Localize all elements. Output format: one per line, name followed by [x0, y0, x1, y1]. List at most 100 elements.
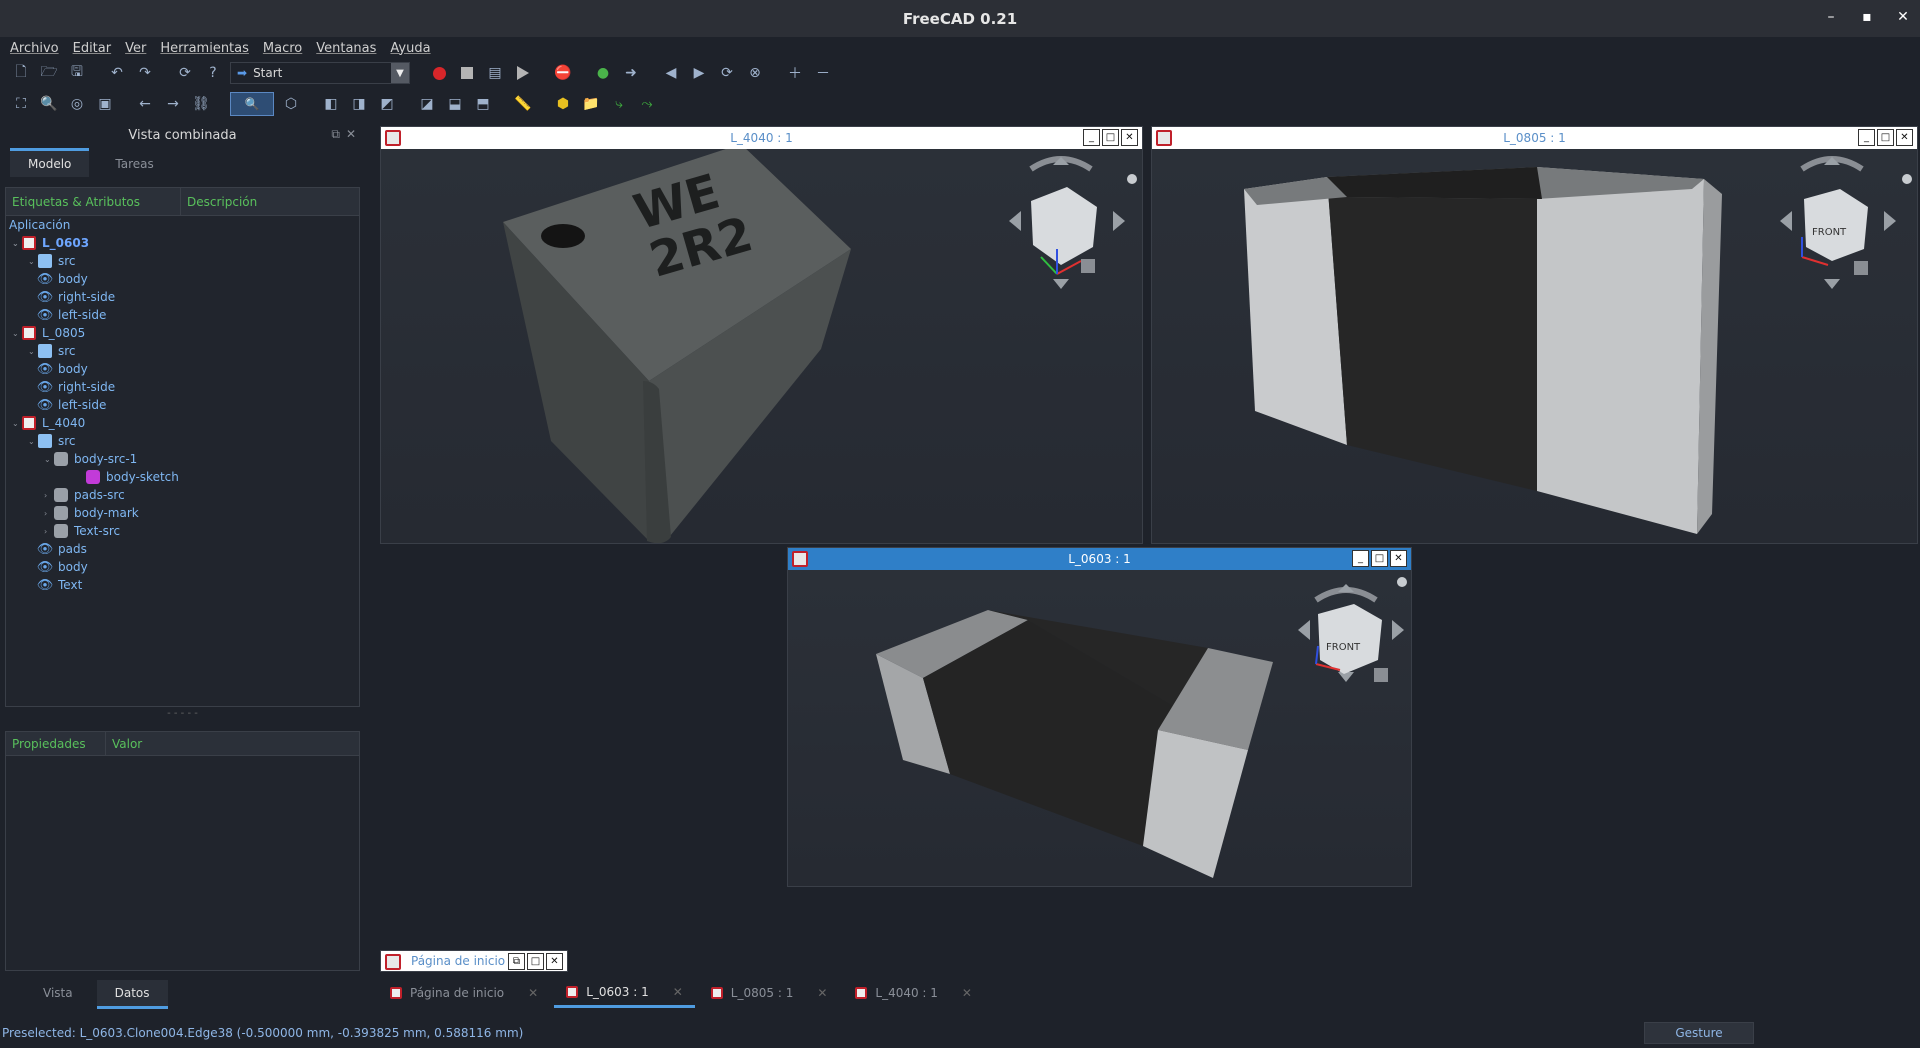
reload-icon[interactable]: ⟳: [716, 62, 738, 84]
navigation-cube[interactable]: [1009, 156, 1137, 289]
undo-icon[interactable]: ↶: [106, 62, 128, 84]
close-icon[interactable]: ✕: [528, 986, 538, 1000]
props-header-property[interactable]: Propiedades: [6, 731, 106, 756]
expand-arrow-icon[interactable]: ›: [44, 527, 54, 536]
subwindow-l0805[interactable]: L_0805 : 1 _ □ ✕ FRONT: [1151, 126, 1918, 544]
tree-item[interactable]: 👁 right-side: [6, 378, 359, 396]
tree-item[interactable]: 👁 body: [6, 270, 359, 288]
save-icon[interactable]: 🖫: [66, 62, 88, 84]
menu-ayuda[interactable]: Ayuda: [390, 41, 430, 56]
close-icon[interactable]: ✕: [1390, 550, 1407, 567]
tree-item[interactable]: 👁 right-side: [6, 288, 359, 306]
navigation-style-button[interactable]: Gesture: [1644, 1022, 1754, 1044]
stop-navigation-icon[interactable]: ⛔: [552, 62, 574, 84]
doc-tab-l4040[interactable]: L_4040 : 1 ✕: [843, 978, 984, 1008]
subwindow-titlebar[interactable]: L_0805 : 1 _ □ ✕: [1152, 127, 1917, 149]
minimize-icon[interactable]: _: [1083, 129, 1100, 146]
tab-datos[interactable]: Datos: [96, 980, 168, 1009]
subwindow-titlebar[interactable]: L_4040 : 1 _ □ ✕: [381, 127, 1142, 149]
tree-item[interactable]: ⌄ src: [6, 252, 359, 270]
tree-header-description[interactable]: Descripción: [181, 195, 257, 209]
bottom-view-icon[interactable]: ⬓: [444, 93, 466, 115]
doc-tab-start[interactable]: Página de inicio ✕: [378, 978, 550, 1008]
menu-ver[interactable]: Ver: [125, 41, 146, 56]
close-icon[interactable]: ✕: [673, 985, 683, 999]
tree-header-labels[interactable]: Etiquetas & Atributos: [6, 187, 181, 216]
float-panel-icon[interactable]: ⧉: [331, 127, 340, 142]
web-home-icon[interactable]: ●: [592, 62, 614, 84]
selection-filter-button[interactable]: 🔍: [230, 92, 274, 116]
menu-archivo[interactable]: Archivo: [10, 41, 59, 56]
close-icon[interactable]: ✕: [1896, 129, 1913, 146]
expand-arrow-icon[interactable]: ⌄: [28, 437, 38, 446]
forward-view-icon[interactable]: →: [162, 93, 184, 115]
restore-icon[interactable]: ⧉: [508, 953, 525, 970]
tab-tareas[interactable]: Tareas: [97, 151, 171, 177]
tree-item[interactable]: ⌄ src: [6, 342, 359, 360]
subwindow-start-minimized[interactable]: Página de inicio ⧉ □ ✕: [380, 950, 568, 972]
panel-splitter[interactable]: - - - - -: [5, 708, 360, 719]
menu-macro[interactable]: Macro: [263, 41, 302, 56]
tree-item[interactable]: ⌄ L_4040: [6, 414, 359, 432]
3d-viewport[interactable]: FRONT: [788, 570, 1411, 886]
zoom-out-icon[interactable]: －: [812, 62, 834, 84]
expand-arrow-icon[interactable]: ⌄: [12, 239, 22, 248]
subwindow-l4040[interactable]: L_4040 : 1 _ □ ✕ WE 2R2: [380, 126, 1143, 544]
top-view-icon[interactable]: ◨: [348, 93, 370, 115]
expand-arrow-icon[interactable]: ›: [44, 509, 54, 518]
bounding-box-icon[interactable]: ▣: [94, 93, 116, 115]
3d-viewport[interactable]: WE 2R2: [381, 149, 1142, 543]
draw-style-icon[interactable]: ◎: [66, 93, 88, 115]
tree-item[interactable]: 👁 pads: [6, 540, 359, 558]
close-icon[interactable]: ✕: [1121, 129, 1138, 146]
tree-item[interactable]: ⌄ L_0603: [6, 234, 359, 252]
isometric-view-icon[interactable]: ⬡: [280, 93, 302, 115]
tab-modelo[interactable]: Modelo: [10, 148, 90, 177]
link-make-icon[interactable]: ⤷: [608, 93, 630, 115]
execute-macro-icon[interactable]: [512, 62, 534, 84]
maximize-icon[interactable]: □: [1102, 129, 1119, 146]
close-icon[interactable]: ✕: [1894, 8, 1912, 26]
subwindow-l0603[interactable]: L_0603 : 1 _ □ ✕ FRONT: [787, 547, 1412, 887]
back-icon[interactable]: ◀: [660, 62, 682, 84]
tree-item[interactable]: 👁 left-side: [6, 306, 359, 324]
tree-item[interactable]: ⌄ L_0805: [6, 324, 359, 342]
tree-item[interactable]: › Text-src: [6, 522, 359, 540]
model-tree[interactable]: Etiquetas & Atributos Descripción Aplica…: [5, 187, 360, 707]
fit-all-icon[interactable]: ⛶: [10, 93, 32, 115]
tree-item[interactable]: 👁 body: [6, 360, 359, 378]
whats-this-icon[interactable]: ?: [202, 62, 224, 84]
part-icon[interactable]: ⬢: [552, 93, 574, 115]
tree-item[interactable]: 👁 body: [6, 558, 359, 576]
web-go-icon[interactable]: ➜: [620, 62, 642, 84]
group-icon[interactable]: 📁: [580, 93, 602, 115]
tree-item[interactable]: ⌄ src: [6, 432, 359, 450]
stop-macro-icon[interactable]: [456, 62, 478, 84]
expand-arrow-icon[interactable]: ⌄: [44, 455, 54, 464]
tree-item[interactable]: ⌄ body-src-1: [6, 450, 359, 468]
macros-icon[interactable]: ▤: [484, 62, 506, 84]
maximize-icon[interactable]: □: [1371, 550, 1388, 567]
expand-arrow-icon[interactable]: ›: [44, 491, 54, 500]
navigation-cube[interactable]: FRONT: [1780, 156, 1912, 289]
maximize-icon[interactable]: □: [1877, 129, 1894, 146]
expand-arrow-icon[interactable]: ⌄: [12, 419, 22, 428]
link-actions-icon[interactable]: ⤳: [636, 93, 658, 115]
3d-viewport[interactable]: FRONT: [1152, 149, 1917, 543]
close-panel-icon[interactable]: ✕: [346, 127, 356, 142]
tree-item[interactable]: › body-mark: [6, 504, 359, 522]
expand-arrow-icon[interactable]: ⌄: [28, 257, 38, 266]
forward-icon[interactable]: ▶: [688, 62, 710, 84]
close-icon[interactable]: ✕: [546, 953, 563, 970]
minimize-icon[interactable]: –: [1822, 8, 1840, 26]
tree-item[interactable]: body-sketch: [6, 468, 359, 486]
zoom-in-icon[interactable]: ＋: [784, 62, 806, 84]
stop-icon[interactable]: ⊗: [744, 62, 766, 84]
refresh-icon[interactable]: ⟳: [174, 62, 196, 84]
menu-herramientas[interactable]: Herramientas: [160, 41, 249, 56]
workbench-selector[interactable]: ➡ Start ▼: [230, 62, 410, 84]
minimize-icon[interactable]: _: [1858, 129, 1875, 146]
open-file-icon[interactable]: 🗁: [38, 62, 60, 84]
chevron-down-icon[interactable]: ▼: [391, 63, 409, 83]
fit-selection-icon[interactable]: 🔍: [38, 93, 60, 115]
